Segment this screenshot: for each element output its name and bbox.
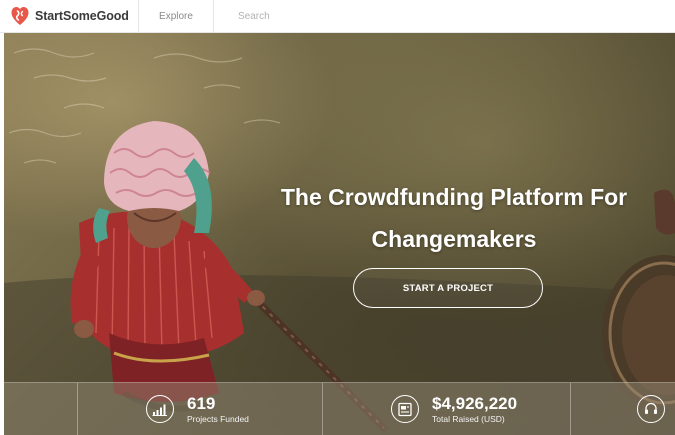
hero-headline-line-1: The Crowdfunding Platform For [280,184,628,210]
money-document-icon [391,395,419,423]
start-project-button[interactable]: START A PROJECT [353,268,543,308]
search-input[interactable] [238,10,498,22]
headset-icon [637,395,665,423]
stat-value: 619 [187,393,216,413]
stat-total-raised: $4,926,220 Total Raised (USD) [323,383,571,435]
hero-banner: The Crowdfunding Platform For Changemake… [4,33,675,435]
stat-content: $4,926,220 Total Raised (USD) [391,383,517,435]
brand-home-link[interactable]: StartSomeGood [0,0,139,32]
stat-text: $4,926,220 Total Raised (USD) [432,395,517,424]
stat-text: 619 Projects Funded [187,395,249,424]
top-nav: StartSomeGood Explore [0,0,675,33]
stat-label: Total Raised (USD) [432,413,505,424]
heart-logo-icon [11,7,29,25]
hero-headline: The Crowdfunding Platform For Changemake… [204,176,675,260]
stat-support [571,383,675,435]
stat-content: 619 Projects Funded [146,383,249,435]
stat-label: Projects Funded [187,413,249,424]
stat-content [637,383,675,435]
brand-name: StartSomeGood [35,9,129,23]
bar-chart-icon [146,395,174,423]
stat-projects-funded: 619 Projects Funded [78,383,323,435]
stat-value: $4,926,220 [432,393,518,413]
stats-bar: 619 Projects Funded $4,926,220 Total Rai… [4,382,675,435]
hero-headline-line-2: Changemakers [371,226,537,252]
explore-link[interactable]: Explore [139,0,214,32]
stats-spacer [4,383,78,435]
search-area [214,0,675,32]
